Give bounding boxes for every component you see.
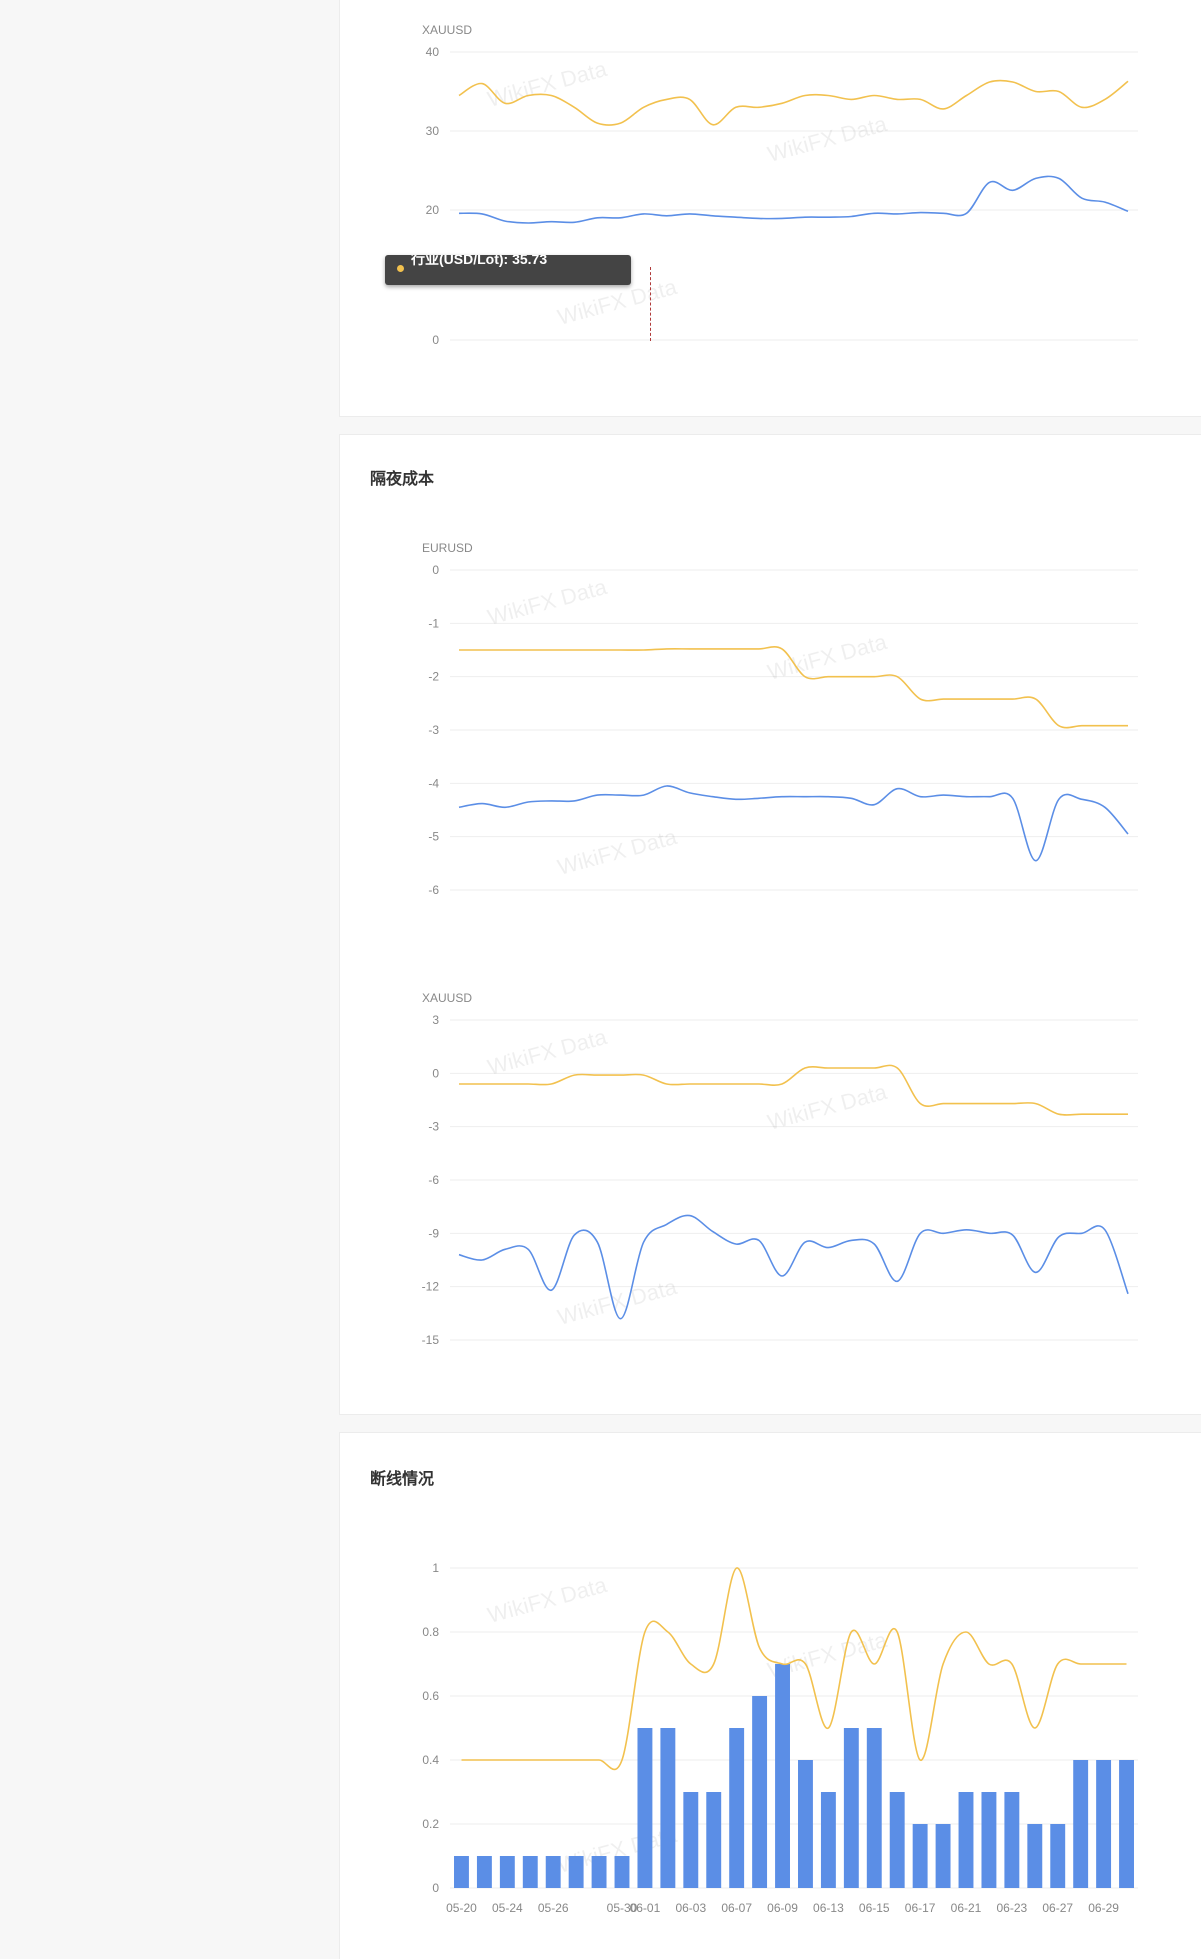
bar bbox=[1096, 1760, 1112, 1888]
y-tick-label: -9 bbox=[428, 1226, 439, 1240]
x-tick-label: 06-23 bbox=[997, 1901, 1028, 1915]
bar bbox=[568, 1856, 584, 1888]
x-tick-label: 06-09 bbox=[767, 1901, 798, 1915]
watermark: WikiFX Data bbox=[765, 111, 890, 167]
bar bbox=[660, 1728, 676, 1888]
y-tick-label: 0.4 bbox=[422, 1753, 439, 1767]
bar bbox=[981, 1792, 997, 1888]
y-tick-label: -2 bbox=[428, 670, 439, 684]
series-symbol-label: XAUUSD bbox=[422, 23, 472, 37]
chart-1: 4030200XAUUSDWikiFX DataWikiFX DataWikiF… bbox=[422, 23, 1138, 347]
bar bbox=[637, 1728, 653, 1888]
watermark: WikiFX Data bbox=[485, 1024, 610, 1080]
x-tick-label: 06-17 bbox=[905, 1901, 936, 1915]
bar bbox=[499, 1856, 515, 1888]
y-tick-label: 1 bbox=[432, 1561, 439, 1575]
y-tick-label: 0 bbox=[432, 1881, 439, 1895]
y-tick-label: -12 bbox=[422, 1280, 440, 1294]
x-tick-label: 06-01 bbox=[630, 1901, 661, 1915]
bar bbox=[1004, 1792, 1020, 1888]
y-tick-label: -3 bbox=[428, 723, 439, 737]
bar bbox=[522, 1856, 538, 1888]
y-tick-label: -6 bbox=[428, 883, 439, 897]
y-tick-label: 3 bbox=[432, 1013, 439, 1027]
x-tick-label: 05-26 bbox=[538, 1901, 569, 1915]
series-line bbox=[458, 1214, 1129, 1320]
bar bbox=[843, 1728, 859, 1888]
series-symbol-label: XAUUSD bbox=[422, 991, 472, 1005]
watermark: WikiFX Data bbox=[555, 1274, 680, 1330]
bar bbox=[798, 1760, 813, 1888]
tooltip-crosshair bbox=[650, 267, 651, 341]
y-tick-label: 0 bbox=[432, 333, 439, 347]
x-tick-label: 06-29 bbox=[1088, 1901, 1119, 1915]
y-tick-label: 40 bbox=[426, 45, 440, 59]
bar bbox=[545, 1856, 561, 1888]
series-symbol-label: EURUSD bbox=[422, 541, 473, 555]
bar bbox=[775, 1664, 790, 1888]
y-tick-label: -6 bbox=[428, 1173, 439, 1187]
x-tick-label: 06-13 bbox=[813, 1901, 844, 1915]
bar bbox=[820, 1792, 836, 1888]
bar bbox=[912, 1824, 928, 1888]
y-tick-label: 0.2 bbox=[422, 1817, 439, 1831]
watermark: WikiFX Data bbox=[555, 824, 680, 880]
bar bbox=[729, 1728, 745, 1888]
bar bbox=[614, 1856, 630, 1888]
bar bbox=[1050, 1824, 1066, 1888]
x-tick-label: 06-21 bbox=[951, 1901, 982, 1915]
x-tick-label: 05-24 bbox=[492, 1901, 523, 1915]
y-tick-label: 20 bbox=[426, 203, 440, 217]
bar bbox=[935, 1824, 951, 1888]
bar bbox=[1027, 1824, 1043, 1888]
bar bbox=[752, 1696, 768, 1888]
bar bbox=[958, 1792, 974, 1888]
series-line bbox=[458, 175, 1129, 224]
chart-2: 0 -1 -2 -3 -4 -5 -6 EURUSD WikiFX Data WikiFX Dat… bbox=[422, 541, 1138, 897]
chart-4: 10.80.60.40.20WikiFX DataWikiFX DataWiki… bbox=[422, 1561, 1138, 1915]
y-tick-label: -1 bbox=[428, 616, 439, 630]
y-tick-label: 0.6 bbox=[422, 1689, 439, 1703]
bar bbox=[706, 1792, 722, 1888]
y-tick-label: 30 bbox=[426, 124, 440, 138]
series-line bbox=[458, 785, 1129, 862]
bar bbox=[683, 1792, 699, 1888]
watermark: WikiFX Data bbox=[485, 574, 610, 630]
x-tick-label: 06-07 bbox=[721, 1901, 752, 1915]
watermark: WikiFX Data bbox=[485, 1572, 610, 1628]
y-tick-label: 0.8 bbox=[422, 1625, 439, 1639]
y-tick-label: -4 bbox=[428, 776, 439, 790]
x-tick-label: 05-20 bbox=[446, 1901, 477, 1915]
y-tick-label: -3 bbox=[428, 1120, 439, 1134]
charts-canvas: 4030200XAUUSDWikiFX DataWikiFX DataWikiF… bbox=[422, 23, 1138, 1915]
x-tick-label: 06-27 bbox=[1042, 1901, 1073, 1915]
bar bbox=[591, 1856, 607, 1888]
x-tick-label: 06-03 bbox=[675, 1901, 706, 1915]
bar bbox=[889, 1792, 905, 1888]
chart-3: 3 0 -3 -6 -9 -12 -15 XAUUSD WikiFX Data WikiFX Da… bbox=[422, 991, 1138, 1347]
chart-tooltip: 行业(USD/Lot): 35.73 bbox=[385, 255, 631, 285]
bar bbox=[476, 1856, 492, 1888]
y-tick-label: -5 bbox=[428, 830, 439, 844]
y-tick-label: 0 bbox=[432, 563, 439, 577]
x-tick-label: 06-15 bbox=[859, 1901, 890, 1915]
y-tick-label: 0 bbox=[432, 1066, 439, 1080]
bar bbox=[1119, 1760, 1134, 1888]
tooltip-text: 行业(USD/Lot): 35.73 bbox=[411, 255, 548, 267]
bar bbox=[1073, 1760, 1089, 1888]
bar bbox=[866, 1728, 882, 1888]
bar bbox=[454, 1856, 469, 1888]
y-tick-label: -15 bbox=[422, 1333, 440, 1347]
tooltip-dot bbox=[397, 265, 404, 272]
